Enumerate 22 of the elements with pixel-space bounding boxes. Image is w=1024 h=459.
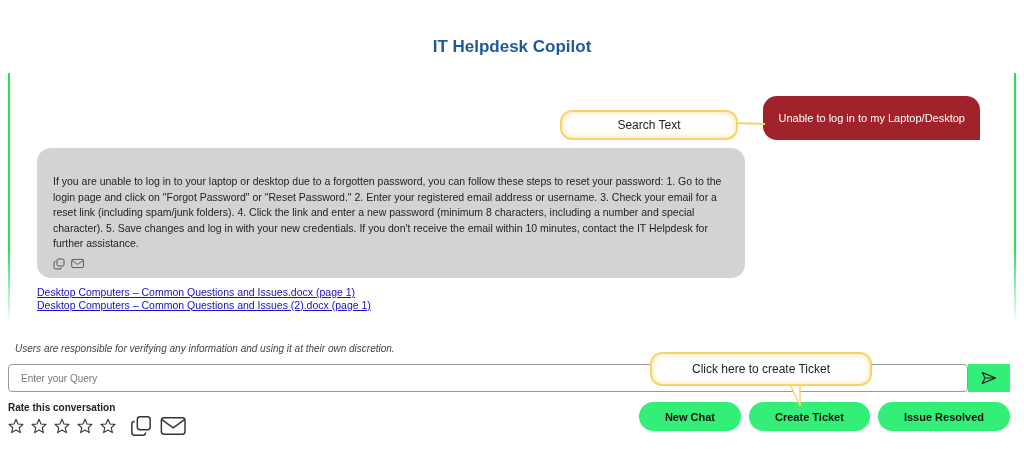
rating-label: Rate this conversation (8, 402, 117, 413)
star-icon[interactable] (31, 418, 47, 434)
mail-icon[interactable] (160, 415, 187, 437)
leader-line (735, 120, 765, 126)
source-link[interactable]: Desktop Computers – Common Questions and Issues (2).docx (page 1) (37, 298, 371, 312)
star-icon[interactable] (8, 418, 24, 434)
action-button[interactable]: New Chat (638, 402, 741, 431)
disclaimer-text: Users are responsible for verifying any information and using it at their own discretion. (15, 343, 396, 354)
action-button[interactable]: Issue Resolved (877, 402, 1010, 431)
callout-label: Click here to create Ticket (650, 352, 872, 386)
star-icon[interactable] (100, 418, 116, 434)
callout-label: Search Text (560, 110, 738, 140)
star-icon[interactable] (54, 418, 70, 434)
action-button[interactable]: Create Ticket (749, 402, 870, 431)
star-icon[interactable] (77, 418, 93, 434)
answer-text: If you are unable to log in to your laptop or desktop due to a forgotten password, you can follow these steps to reset your password: 1. Go to the login page and click on "Forgot Password" or "Reset Password." 2. Enter your registered email address or username. 3. Check your email for a reset link (including spam/junk folders). 4. Click the link and enter a new password (minimum 8 characters, including a number and special character). 5. Save changes and log in with your new credentials. If you don't receive the email within 10 minutes, contact the IT Helpdesk for further assistance. (53, 174, 723, 251)
send-button[interactable] (968, 364, 1010, 392)
copy-icon[interactable] (130, 415, 152, 437)
app-title: IT Helpdesk Copilot (431, 36, 593, 58)
send-icon (981, 371, 997, 385)
source-link[interactable]: Desktop Computers – Common Questions and Issues.docx (page 1) (37, 285, 356, 299)
user-message: Unable to log in to my Laptop/Desktop (763, 96, 980, 140)
